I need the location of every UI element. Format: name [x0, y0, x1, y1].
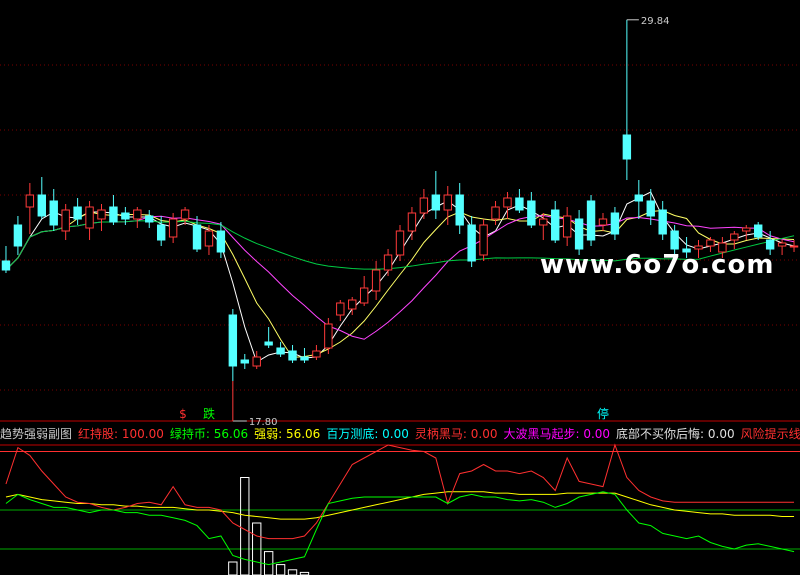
- signal-label: 跌: [203, 406, 215, 421]
- candle-down: [765, 239, 775, 250]
- legend-item: 灵柄黑马: 0.00: [414, 427, 498, 441]
- indicator-legend: 趋势强弱副图 红持股: 100.00 绿持币: 56.06 强弱: 56.06 百万测底…: [0, 425, 800, 443]
- candle-up: [777, 242, 787, 247]
- chart-canvas: 29.8417.80$ 跌停: [0, 16, 800, 575]
- high-price-label: 29.84: [641, 16, 670, 27]
- candle-down: [431, 194, 441, 211]
- candle-down: [228, 314, 238, 367]
- indicator-line: [5, 491, 795, 520]
- candle-up: [706, 239, 715, 247]
- candle-down: [646, 200, 655, 217]
- candle-down: [610, 212, 620, 235]
- candle-up: [133, 209, 142, 220]
- candle-down: [455, 194, 464, 226]
- candle-down: [73, 206, 82, 220]
- candle-up: [539, 218, 548, 226]
- candle-down: [622, 134, 632, 160]
- candle-down: [658, 209, 667, 235]
- candle-up: [730, 233, 739, 241]
- candle-up: [443, 194, 452, 211]
- signal-bar: [228, 561, 238, 575]
- signal-label: $: [179, 407, 187, 421]
- indicator-line: [5, 443, 795, 540]
- candle-up: [383, 254, 393, 271]
- candle-down: [216, 230, 226, 253]
- candle-down: [288, 350, 297, 361]
- candle-up: [312, 350, 321, 358]
- candle-up: [168, 218, 178, 238]
- candle-down: [1, 260, 11, 271]
- candle-up: [419, 197, 429, 214]
- candle-down: [467, 224, 476, 262]
- indicator-line: [5, 491, 795, 566]
- candle-down: [586, 200, 596, 241]
- candle-up: [479, 224, 488, 256]
- legend-item: 百万测底: 0.00: [326, 427, 409, 441]
- candle-up: [348, 299, 357, 310]
- candle-down: [240, 359, 249, 364]
- signal-bar: [287, 569, 298, 575]
- signal-bar: [263, 551, 274, 575]
- candle-down: [300, 356, 309, 361]
- candle-up: [395, 230, 405, 256]
- candle-up: [562, 215, 572, 238]
- candle-down: [634, 194, 644, 202]
- legend-item: 风险提示线: 95.00: [740, 427, 800, 441]
- candle-up: [371, 269, 381, 292]
- candle-up: [25, 194, 35, 208]
- legend-item: 大波黑马起步: 0.00: [503, 427, 611, 441]
- candle-down: [192, 224, 202, 250]
- candle-up: [336, 302, 345, 316]
- candle-up: [180, 209, 190, 220]
- candle-down: [515, 197, 524, 211]
- candle-up: [491, 206, 500, 220]
- candle-down: [754, 224, 763, 238]
- candle-down: [13, 224, 23, 247]
- candle-down: [37, 194, 46, 217]
- candle-up: [61, 209, 70, 232]
- candle-down: [527, 200, 536, 226]
- candle-up: [85, 206, 94, 229]
- candle-up: [359, 287, 369, 304]
- candle-down: [276, 347, 285, 355]
- signal-bar: [275, 564, 286, 575]
- legend-item: 底部不买你后悔: 0.00: [616, 427, 735, 441]
- candle-down: [156, 224, 166, 241]
- legend-item: 强弱: 56.06: [254, 427, 321, 441]
- legend-item: 趋势强弱副图: [0, 427, 73, 441]
- candle-up: [324, 323, 333, 349]
- candle-down: [145, 215, 154, 223]
- candle-down: [121, 212, 130, 220]
- watermark: www.6o7o.com: [540, 250, 775, 280]
- candle-down: [574, 218, 584, 250]
- candle-down: [264, 341, 273, 346]
- candle-up: [407, 212, 417, 232]
- candle-up: [742, 227, 751, 232]
- candle-up: [204, 230, 214, 247]
- candle-down: [670, 230, 679, 250]
- legend-item: 绿持币: 56.06: [169, 427, 249, 441]
- candle-up: [789, 245, 799, 248]
- candle-up: [97, 209, 106, 220]
- signal-label: 停: [597, 406, 609, 421]
- legend-item: 红持股: 100.00: [78, 427, 164, 441]
- candle-down: [49, 200, 58, 226]
- candle-up: [252, 356, 261, 367]
- candle-down: [551, 209, 560, 241]
- candle-down: [109, 206, 118, 223]
- chart-window: 29.84 17.80 $ 跌停 趋势强弱副图 红持股: 100.00 绿持币: 56.0…: [0, 0, 800, 575]
- candle-up: [503, 197, 512, 208]
- candle-up: [694, 245, 703, 250]
- candle-up: [598, 218, 608, 226]
